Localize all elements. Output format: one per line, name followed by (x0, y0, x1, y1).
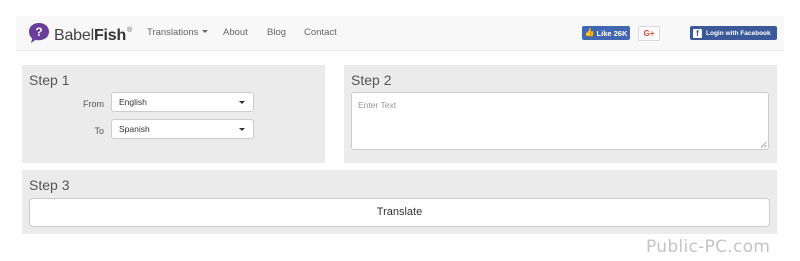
facebook-like-button[interactable]: 👍 Like 26K (582, 26, 630, 40)
nav-contact[interactable]: Contact (304, 16, 337, 50)
registered-mark: ® (127, 26, 132, 34)
brand-name-regular: Babel (54, 26, 94, 44)
chevron-down-icon (202, 30, 209, 33)
to-label: To (94, 126, 104, 136)
step1-panel: Step 1 (22, 65, 325, 163)
facebook-icon: f (693, 28, 702, 38)
from-language-value: English (119, 97, 147, 107)
to-language-select[interactable]: Spanish (111, 119, 254, 139)
nav-about[interactable]: About (223, 16, 248, 50)
to-language-value: Spanish (119, 124, 150, 134)
login-with-facebook-button[interactable]: f Login with Facebook (690, 26, 777, 40)
translate-button[interactable]: Translate (29, 198, 770, 227)
navbar: ? BabelFish® Translations About Blog Con… (16, 16, 784, 51)
chevron-down-icon (239, 101, 245, 104)
step3-title: Step 3 (29, 177, 70, 193)
nav-blog[interactable]: Blog (267, 16, 286, 50)
step1-title: Step 1 (29, 72, 70, 88)
brand-logo[interactable]: ? BabelFish® (27, 21, 132, 45)
chevron-down-icon (239, 128, 245, 131)
speech-bubble-question-icon: ? (29, 23, 49, 43)
nav-translations-dropdown[interactable]: Translations (147, 16, 209, 50)
brand-name-bold: Fish (93, 26, 127, 44)
from-language-select[interactable]: English (111, 92, 254, 112)
watermark: Public-PC.com (646, 237, 771, 257)
thumbs-up-icon: 👍 (584, 28, 595, 37)
step2-title: Step 2 (351, 72, 392, 88)
resize-handle-icon[interactable] (760, 141, 767, 148)
svg-text:?: ? (35, 25, 42, 39)
google-plus-button[interactable]: G+ (638, 26, 660, 41)
from-label: From (83, 99, 104, 109)
nav-translations-label: Translations (147, 27, 199, 38)
source-text-input[interactable]: Enter Text (351, 92, 769, 150)
brand-name: BabelFish® (54, 19, 132, 48)
source-text-placeholder: Enter Text (358, 100, 397, 110)
like-label: Like 26K (596, 28, 628, 38)
login-label: Login with Facebook (706, 29, 771, 37)
